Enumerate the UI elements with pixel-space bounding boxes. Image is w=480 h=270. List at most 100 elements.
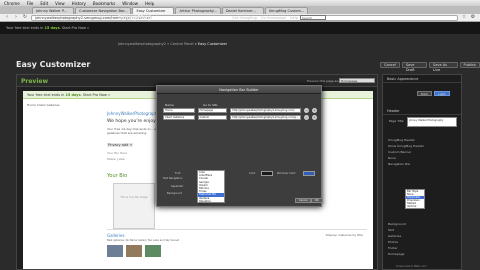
add-row-icon[interactable]: +: [312, 115, 317, 120]
menu-item[interactable]: Chrome: [4, 1, 20, 6]
dropdown-option[interactable]: Vertical: [406, 205, 424, 208]
forward-icon[interactable]: ›: [13, 15, 19, 20]
sidebar-options: SmugMug Header Show SmugMug Header Custom …: [383, 137, 461, 167]
light-button[interactable]: Light: [434, 91, 450, 96]
customizer-button[interactable]: Save Draft: [401, 62, 427, 72]
ok-button[interactable]: OK: [311, 198, 323, 203]
nav-name-input[interactable]: Client Galleries: [163, 115, 195, 120]
sidebar-option[interactable]: Navigation Bar: [383, 161, 461, 167]
customizer-button[interactable]: Save As Live: [429, 62, 458, 72]
browser-tab[interactable]: Customize Navigation Bar...: [75, 7, 132, 14]
rollover-color-swatch[interactable]: [303, 171, 315, 176]
font-option[interactable]: Monaco: [198, 203, 224, 206]
font-dropdown-list[interactable]: Arial Arial Black Courier Georgia Impact Taho…: [197, 170, 225, 206]
customizer-button[interactable]: Publish: [459, 62, 480, 68]
menu-item[interactable]: Window: [122, 1, 138, 6]
remove-row-icon[interactable]: −: [304, 108, 310, 113]
gallery-thumbnail[interactable]: [107, 245, 123, 257]
star-icon[interactable]: ☆: [461, 15, 467, 20]
browser-tab[interactable]: Daniel Kaminer...: [221, 7, 264, 14]
watermark: Screencast-O-Matic.com: [396, 265, 427, 268]
add-row-icon[interactable]: +: [312, 108, 317, 113]
menu-item[interactable]: Bookmarks: [93, 1, 115, 6]
menu-item[interactable]: History: [72, 1, 86, 6]
smugmug-logo[interactable]: SmugMug: [118, 14, 152, 21]
dark-button[interactable]: Dark: [417, 91, 433, 96]
preview-page-select[interactable]: Homepage: [339, 78, 375, 83]
sidebar-section-header: Header: [383, 107, 461, 115]
trial-days: 15 days: [44, 26, 60, 30]
menu-item[interactable]: View: [55, 1, 65, 6]
menu-item[interactable]: File: [27, 1, 34, 6]
text-nav-label: Text Navigation: [163, 177, 183, 180]
trial-notice: Your free trial ends in 15 days. Start P…: [6, 26, 89, 30]
col-url-header: Go to URL: [203, 103, 219, 107]
sidebar-heading[interactable]: Basic Appearance: [383, 75, 461, 83]
browser-tab[interactable]: Arthur Photography...: [175, 7, 221, 14]
background-label: Background: [167, 192, 182, 195]
gallery-thumbnail[interactable]: [126, 245, 142, 257]
menubar-items: Chrome File Edit View History Bookmarks Window…: [4, 1, 154, 6]
color-label: Color: [249, 172, 256, 175]
gallery-thumbnails: [107, 245, 161, 257]
top-nav-link[interactable]: Get SmugMug: [232, 16, 257, 20]
nav-url-input[interactable]: http://johnnywalkerphotography2.smugmug.…: [230, 115, 302, 120]
smugmug-topbar: Your free trial ends in 15 days. Start P…: [0, 22, 480, 34]
galleries-title: Galleries: [107, 233, 125, 238]
customizer-actions: Cancel Save Draft Save As Live Publish: [380, 62, 480, 72]
separator-label: Separator: [171, 185, 184, 188]
menu-item[interactable]: Help: [145, 1, 154, 6]
menu-item[interactable]: Edit: [40, 1, 48, 6]
trial-text: Your free trial ends in: [6, 26, 45, 30]
cancel-button[interactable]: Cancel: [295, 198, 312, 203]
preview-page-label: Preview this page as:: [307, 79, 339, 83]
preview-site-name: JohnnyWalkerPhotography: [107, 111, 160, 116]
customizer-button[interactable]: Cancel: [380, 62, 400, 68]
browser-tab[interactable]: Johnny Walker P...: [32, 7, 74, 14]
page-title-label: Page Title: [389, 119, 404, 123]
preview-galleries: Galleries Display: Galleries by title Be…: [107, 229, 367, 243]
navigation-bar-builder-dialog: Navigation Bar Builder Name Go to URL Ho…: [156, 85, 323, 207]
search-input[interactable]: Search: [300, 15, 326, 20]
nav-type-select[interactable]: Custom: [197, 115, 228, 120]
back-icon[interactable]: ‹: [4, 15, 10, 20]
nav-style-dropdown[interactable]: Bar Style None Horizontal Bar Dropdown Tabbe…: [405, 189, 425, 209]
preview-tag[interactable]: Privacy add +: [107, 143, 134, 147]
breadcrumb-current: » Easy Customizer: [193, 42, 228, 46]
preview-label: Preview: [21, 78, 49, 85]
preview-trial-days: 15 days: [65, 93, 81, 97]
start-pro-link[interactable]: . Start Pro Now »: [60, 26, 89, 30]
nav-name-input[interactable]: Home: [163, 108, 195, 113]
preview-trial-text: Your free trial ends in: [27, 93, 66, 97]
preview-bio-image: This Is Your Bio Image: [113, 183, 155, 229]
preview-share[interactable]: Share | Like: [107, 157, 125, 161]
preview-nav-links[interactable]: Home Client Galleries: [27, 103, 60, 107]
top-nav-link[interactable]: Help: [290, 16, 298, 20]
nav-url-input[interactable]: http://johnnywalkerphotography2.smugmug.…: [230, 108, 302, 113]
top-nav-link[interactable]: Go Homepage: [261, 16, 286, 20]
sidebar-section-title[interactable]: Header: [383, 107, 461, 115]
preview-bio-section: Your Bio Here: [107, 151, 128, 155]
browser-tab[interactable]: Easy Customizer: [132, 7, 175, 14]
rollover-label: Roll Over Color: [277, 172, 296, 175]
preview-start-pro-link[interactable]: . Start Pro Now »: [81, 93, 110, 97]
reload-icon[interactable]: ↻: [22, 15, 28, 20]
wrench-icon[interactable]: ⚙: [470, 15, 476, 20]
breadcrumb: johnnywalkerphotography2 » Control Panel…: [118, 42, 227, 46]
dialog-title: Navigation Bar Builder: [157, 86, 321, 94]
remove-row-icon[interactable]: −: [304, 115, 310, 120]
breadcrumb-path[interactable]: johnnywalkerphotography2 » Control Panel: [118, 42, 194, 46]
galleries-display[interactable]: Display: Galleries by title: [326, 233, 363, 237]
browser-tab[interactable]: SmugMug Custom...: [264, 7, 309, 14]
galleries-list[interactable]: Best galleries: No Name Gallery Two Lake…: [107, 239, 179, 242]
preview-bio-title: Your Bio: [107, 173, 128, 179]
gallery-thumbnail[interactable]: [145, 245, 161, 257]
nav-type-select[interactable]: Homepage: [197, 108, 228, 113]
theme-toggle: Dark Light: [417, 91, 450, 96]
sidebar-section[interactable]: Homepage: [383, 251, 461, 257]
page-title-input[interactable]: Johnny Walker Photography: [407, 117, 457, 127]
font-label: Font: [175, 172, 181, 175]
col-name-header: Name: [165, 103, 174, 107]
color-swatch[interactable]: [261, 171, 273, 176]
customizer-sidebar: Basic Appearance Dark Light Header Page …: [382, 74, 462, 270]
